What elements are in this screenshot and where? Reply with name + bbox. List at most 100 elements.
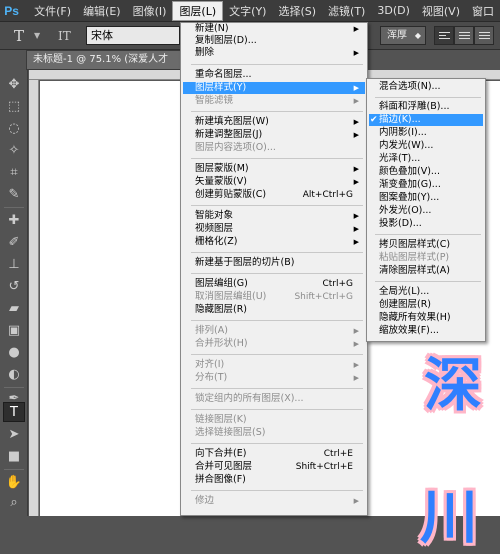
document-tab[interactable]: 未标题-1 @ 75.1% (深爱人才 [26, 50, 186, 70]
menu-separator [191, 111, 363, 112]
hand-tool-icon[interactable]: ✋ [3, 472, 25, 492]
menu-item-layer-style[interactable]: 图层样式(Y) ▶ [183, 82, 365, 94]
eyedropper-tool-icon[interactable]: ✎ [3, 184, 25, 204]
align-center-icon[interactable] [454, 26, 474, 45]
menu-layer[interactable]: 图层(L) [172, 0, 224, 21]
menu-item-distribute[interactable]: 分布(T) ▶ [183, 372, 365, 384]
submenu-item-gradient-overlay[interactable]: 渐变叠加(G)... [369, 179, 483, 191]
menu-item-new-adjustment-layer[interactable]: 新建调整图层(J) ▶ [183, 129, 365, 141]
menu-item-align[interactable]: 对齐(I) ▶ [183, 359, 365, 371]
submenu-item-inner-shadow[interactable]: 内阴影(I)... [369, 127, 483, 139]
text-orientation-icon[interactable]: IT [58, 29, 71, 43]
submenu-arrow-icon: ▶ [353, 131, 359, 139]
menu-item-link-layers[interactable]: 链接图层(K) [183, 414, 365, 426]
history-brush-tool-icon[interactable]: ↺ [3, 276, 25, 296]
chevron-updown-icon: ◆ [414, 31, 421, 40]
menu-item-new-layer-slice[interactable]: 新建基于图层的切片(B) [183, 257, 365, 269]
menu-item-flatten-image[interactable]: 拼合图像(F) [183, 474, 365, 486]
menu-edit[interactable]: 编辑(E) [77, 1, 127, 21]
submenu-item-bevel-emboss[interactable]: 斜面和浮雕(B)... [369, 101, 483, 113]
submenu-arrow-icon: ▶ [353, 340, 359, 348]
submenu-arrow-icon: ▶ [353, 212, 359, 220]
menu-item-matting[interactable]: 修边 ▶ [183, 495, 365, 507]
submenu-item-create-layer[interactable]: 创建图层(R) [369, 299, 483, 311]
align-right-icon[interactable] [474, 26, 494, 45]
submenu-arrow-icon: ▶ [353, 327, 359, 335]
magic-wand-tool-icon[interactable]: ✧ [3, 140, 25, 160]
menu-3d[interactable]: 3D(D) [371, 1, 416, 21]
submenu-item-paste-layer-style[interactable]: 粘贴图层样式(P) [369, 252, 483, 264]
submenu-item-scale-effects[interactable]: 缩放效果(F)... [369, 325, 483, 337]
menu-item-group-layers[interactable]: 图层编组(G) Ctrl+G [183, 278, 365, 290]
vertical-ruler[interactable] [29, 80, 39, 516]
menu-separator [191, 273, 363, 274]
menu-item-ungroup-layers[interactable]: 取消图层编组(U) Shift+Ctrl+G [183, 291, 365, 303]
type-tool-preset-icon[interactable]: T [8, 25, 30, 47]
submenu-item-clear-layer-style[interactable]: 清除图层样式(A) [369, 265, 483, 277]
canvas-text-char: 川 [420, 483, 479, 551]
menu-type[interactable]: 文字(Y) [223, 1, 272, 21]
lasso-tool-icon[interactable]: ◌ [3, 118, 25, 138]
menu-view[interactable]: 视图(V) [416, 1, 466, 21]
menu-item-rasterize[interactable]: 栅格化(Z) ▶ [183, 236, 365, 248]
menu-file[interactable]: 文件(F) [28, 1, 77, 21]
path-selection-tool-icon[interactable]: ➤ [3, 424, 25, 444]
submenu-item-copy-layer-style[interactable]: 拷贝图层样式(C) [369, 239, 483, 251]
menu-item-merge-down[interactable]: 向下合并(E) Ctrl+E [183, 448, 365, 460]
canvas-text-char: 深 [424, 351, 483, 419]
marquee-tool-icon[interactable]: ⬚ [3, 96, 25, 116]
menu-item-video-layer[interactable]: 视频图层 ▶ [183, 223, 365, 235]
menu-separator [191, 205, 363, 206]
submenu-item-hide-all-effects[interactable]: 隐藏所有效果(H) [369, 312, 483, 324]
clone-stamp-tool-icon[interactable]: ⊥ [3, 254, 25, 274]
menu-item-rename-layer[interactable]: 重命名图层... [183, 69, 365, 81]
submenu-item-stroke[interactable]: ✔ 描边(K)... [369, 114, 483, 126]
menu-item-combine-shapes[interactable]: 合并形状(H) ▶ [183, 338, 365, 350]
crop-tool-icon[interactable]: ⌗ [3, 162, 25, 182]
menu-separator [191, 443, 363, 444]
align-left-icon[interactable] [434, 26, 454, 45]
menu-image[interactable]: 图像(I) [127, 1, 173, 21]
menu-item-delete[interactable]: 删除 ▶ [183, 47, 365, 59]
brush-tool-icon[interactable]: ✐ [3, 232, 25, 252]
menu-filter[interactable]: 滤镜(T) [322, 1, 371, 21]
menu-item-hide-layers[interactable]: 隐藏图层(R) [183, 304, 365, 316]
dodge-tool-icon[interactable]: ◐ [3, 364, 25, 384]
menu-item-arrange[interactable]: 排列(A) ▶ [183, 325, 365, 337]
menu-item-layer-content-options[interactable]: 图层内容选项(O)... [183, 142, 365, 154]
submenu-arrow-icon: ▶ [353, 178, 359, 186]
menu-item-new[interactable]: 新建(N) ▶ [183, 23, 365, 35]
menu-item-vector-mask[interactable]: 矢量蒙版(V) ▶ [183, 176, 365, 188]
menu-select[interactable]: 选择(S) [272, 1, 322, 21]
chevron-down-icon[interactable]: ▼ [34, 31, 44, 40]
submenu-item-inner-glow[interactable]: 内发光(W)... [369, 140, 483, 152]
menu-item-smart-object[interactable]: 智能对象 ▶ [183, 210, 365, 222]
menu-item-duplicate-layer[interactable]: 复制图层(D)... [183, 35, 365, 47]
type-tool-icon[interactable]: T [3, 402, 25, 422]
menu-item-create-clipping-mask[interactable]: 创建剪贴蒙版(C) Alt+Ctrl+G [183, 189, 365, 201]
antialias-select[interactable]: 浑厚 ◆ [380, 26, 426, 45]
submenu-item-blending-options[interactable]: 混合选项(N)... [369, 81, 483, 93]
font-family-select[interactable]: 宋体 [86, 26, 180, 45]
shape-tool-icon[interactable]: ■ [3, 446, 25, 466]
move-tool-icon[interactable]: ✥ [3, 74, 25, 94]
submenu-item-pattern-overlay[interactable]: 图案叠加(Y)... [369, 192, 483, 204]
blur-tool-icon[interactable]: ● [3, 342, 25, 362]
menu-item-smart-filter[interactable]: 智能滤镜 ▶ [183, 95, 365, 107]
menu-item-merge-visible[interactable]: 合并可见图层 Shift+Ctrl+E [183, 461, 365, 473]
submenu-item-global-light[interactable]: 全局光(L)... [369, 286, 483, 298]
gradient-tool-icon[interactable]: ▣ [3, 320, 25, 340]
submenu-item-satin[interactable]: 光泽(T)... [369, 153, 483, 165]
menu-item-new-fill-layer[interactable]: 新建填充图层(W) ▶ [183, 116, 365, 128]
menu-item-select-linked-layers[interactable]: 选择链接图层(S) [183, 427, 365, 439]
submenu-item-color-overlay[interactable]: 颜色叠加(V)... [369, 166, 483, 178]
healing-brush-tool-icon[interactable]: ✚ [3, 210, 25, 230]
menu-item-lock-all-layers[interactable]: 锁定组内的所有图层(X)... [183, 393, 365, 405]
menu-item-layer-mask[interactable]: 图层蒙版(M) ▶ [183, 163, 365, 175]
eraser-tool-icon[interactable]: ▰ [3, 298, 25, 318]
menu-window[interactable]: 窗口 [466, 1, 500, 21]
submenu-item-drop-shadow[interactable]: 投影(D)... [369, 218, 483, 230]
menu-separator [191, 252, 363, 253]
zoom-tool-icon[interactable]: ⌕ [3, 492, 25, 512]
submenu-item-outer-glow[interactable]: 外发光(O)... [369, 205, 483, 217]
